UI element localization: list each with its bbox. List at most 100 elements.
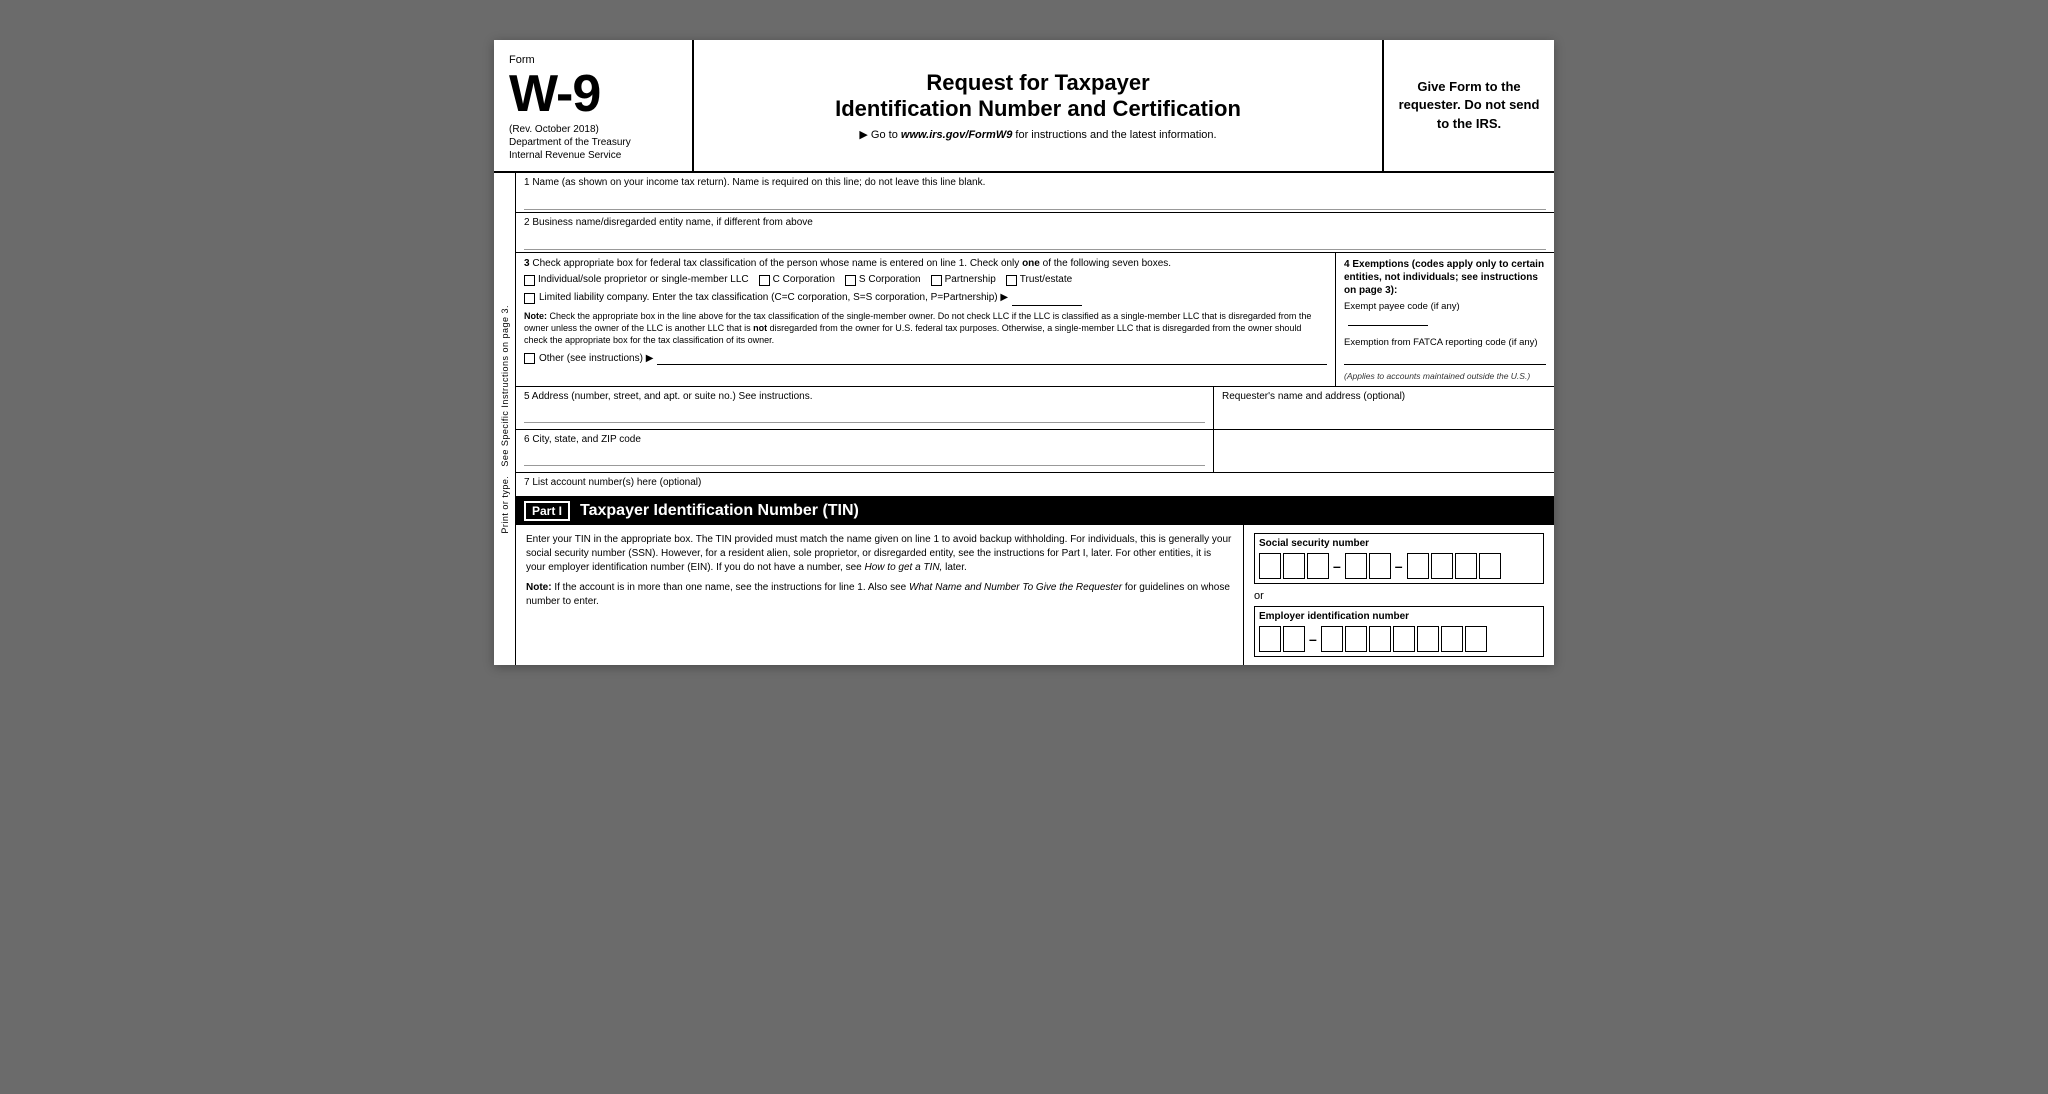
ssn-cell-1[interactable] [1259,553,1281,579]
field-7-label: 7 List account number(s) here (optional) [524,477,1546,488]
cb-s-corp: S Corporation [845,274,921,286]
form-body: Print or type. See Specific Instructions… [494,173,1554,665]
field-5-input[interactable] [524,405,1205,423]
llc-classification-input[interactable] [1012,292,1082,306]
row6-area: 6 City, state, and ZIP code [516,430,1554,473]
other-label: Other (see instructions) ▶ [539,353,653,364]
cb-partnership-label: Partnership [945,274,996,286]
ssn-cell-7[interactable] [1431,553,1453,579]
form-title: Request for Taxpayer Identification Numb… [835,70,1241,123]
header-center: Request for Taxpayer Identification Numb… [694,40,1384,171]
ein-cell-8[interactable] [1441,626,1463,652]
field-1-row: 1 Name (as shown on your income tax retu… [516,173,1554,213]
exempt-payee-input[interactable] [1348,312,1428,326]
side-label-area: Print or type. See Specific Instructions… [494,173,516,665]
ssn-cell-5[interactable] [1369,553,1391,579]
header-right: Give Form to the requester. Do not send … [1384,40,1554,171]
side-label-text: Print or type. See Specific Instructions… [500,305,510,534]
ein-cell-5[interactable] [1369,626,1391,652]
ein-cell-7[interactable] [1417,626,1439,652]
cb-c-corp: C Corporation [759,274,835,286]
form-fields: 1 Name (as shown on your income tax retu… [516,173,1554,665]
row6-right-spacer [1214,430,1554,472]
header-left: Form W-9 (Rev. October 2018) Department … [494,40,694,171]
field-2-input[interactable] [524,230,1546,250]
field-6-input[interactable] [524,448,1205,466]
cb-trust-label: Trust/estate [1020,274,1072,286]
cb-partnership-box[interactable] [931,275,942,286]
other-row: Other (see instructions) ▶ [524,351,1327,365]
part1-badge: Part I [524,501,570,521]
field-3-area: 3 Check appropriate box for federal tax … [516,253,1554,387]
ein-cell-2[interactable] [1283,626,1305,652]
ein-cell-1[interactable] [1259,626,1281,652]
form-header: Form W-9 (Rev. October 2018) Department … [494,40,1554,173]
exempt-payee-label: Exempt payee code (if any) [1344,301,1546,329]
ssn-cell-6[interactable] [1407,553,1429,579]
field-6: 6 City, state, and ZIP code [516,430,1214,472]
ssn-cell-8[interactable] [1455,553,1477,579]
exemptions-title: 4 Exemptions (codes apply only to certai… [1344,258,1546,297]
ein-group1 [1259,626,1305,652]
fatca-input[interactable] [1344,351,1546,365]
field-5: 5 Address (number, street, and apt. or s… [516,387,1214,429]
ssn-cell-9[interactable] [1479,553,1501,579]
ein-group2 [1321,626,1487,652]
form-dept2: Internal Revenue Service [509,150,677,161]
requester-box: Requester's name and address (optional) [1214,387,1554,429]
field-1-input[interactable] [524,190,1546,210]
form-rev: (Rev. October 2018) [509,124,677,135]
cb-individual-label: Individual/sole proprietor or single-mem… [538,274,749,286]
goto-text: ▶ Go to www.irs.gov/FormW9 for instructi… [859,128,1216,141]
ssn-group2 [1345,553,1391,579]
rows-5-7: 5 Address (number, street, and apt. or s… [516,387,1554,497]
ssn-box: Social security number – [1254,533,1544,584]
applies-note: (Applies to accounts maintained outside … [1344,371,1546,381]
cb-individual: Individual/sole proprietor or single-mem… [524,274,749,286]
field-3-note: Note: Check the appropriate box in the l… [524,310,1327,346]
ssn-group3 [1407,553,1501,579]
ein-cell-6[interactable] [1393,626,1415,652]
llc-label: Limited liability company. Enter the tax… [539,292,1008,303]
ein-fields: – [1259,626,1539,652]
exemptions-panel: 4 Exemptions (codes apply only to certai… [1336,253,1554,386]
field-5-label: 5 Address (number, street, and apt. or s… [524,391,1205,402]
field-3-title: 3 Check appropriate box for federal tax … [524,258,1327,269]
ein-box: Employer identification number – [1254,606,1544,657]
ein-cell-4[interactable] [1345,626,1367,652]
ssn-fields: – – [1259,553,1539,579]
ssn-cell-2[interactable] [1283,553,1305,579]
other-input[interactable] [657,351,1327,365]
ssn-title: Social security number [1259,538,1539,549]
or-text: or [1254,590,1544,602]
ein-cell-9[interactable] [1465,626,1487,652]
requester-label: Requester's name and address (optional) [1222,391,1546,402]
fatca-label: Exemption from FATCA reporting code (if … [1344,337,1546,349]
part1-header: Part I Taxpayer Identification Number (T… [516,497,1554,525]
ssn-cell-3[interactable] [1307,553,1329,579]
ein-cell-3[interactable] [1321,626,1343,652]
row5-requester: 5 Address (number, street, and apt. or s… [516,387,1554,430]
cb-s-corp-box[interactable] [845,275,856,286]
ein-title: Employer identification number [1259,611,1539,622]
cb-individual-box[interactable] [524,275,535,286]
ssn-dash-2: – [1395,558,1403,574]
cb-trust-box[interactable] [1006,275,1017,286]
cb-llc-box[interactable] [524,293,535,304]
ssn-cell-4[interactable] [1345,553,1367,579]
w9-form: Form W-9 (Rev. October 2018) Department … [494,40,1554,665]
field-6-label: 6 City, state, and ZIP code [524,434,1205,445]
tax-classification-checkboxes: Individual/sole proprietor or single-mem… [524,274,1327,286]
llc-row: Limited liability company. Enter the tax… [524,292,1327,306]
part1-title: Taxpayer Identification Number (TIN) [580,502,859,520]
cb-partnership: Partnership [931,274,996,286]
ein-dash: – [1309,631,1317,647]
part1-content: Enter your TIN in the appropriate box. T… [516,525,1554,665]
cb-other-box[interactable] [524,353,535,364]
field-7: 7 List account number(s) here (optional) [516,473,1554,496]
cb-c-corp-box[interactable] [759,275,770,286]
part1-body: Enter your TIN in the appropriate box. T… [526,533,1233,575]
field-3-left: 3 Check appropriate box for federal tax … [516,253,1336,386]
ssn-group1 [1259,553,1329,579]
ssn-dash-1: – [1333,558,1341,574]
